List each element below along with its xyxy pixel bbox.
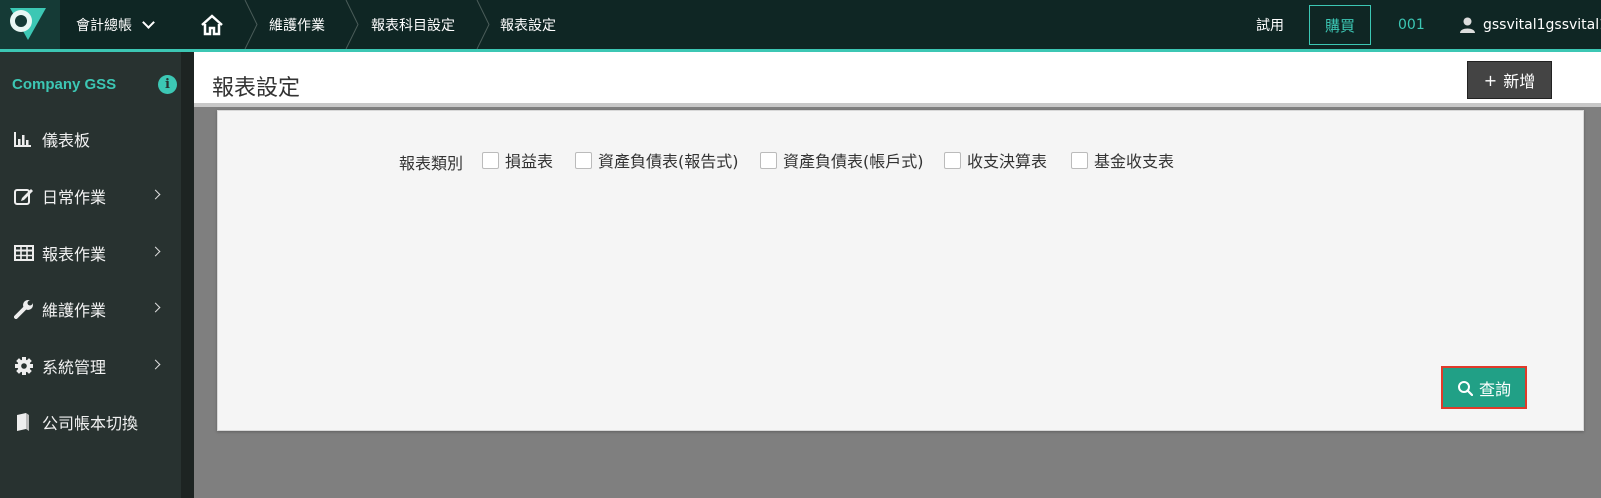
checkbox-label: 損益表	[505, 152, 554, 171]
username: gssvital1gssvital1	[1483, 16, 1601, 33]
sidebar-item-switch-book[interactable]: 公司帳本切換	[0, 402, 181, 442]
sidebar-item-label: 儀表板	[42, 131, 91, 150]
checkbox-budget-statement[interactable]: 收支決算表	[944, 148, 1047, 172]
edit-icon	[14, 187, 42, 205]
checkbox-box[interactable]	[760, 151, 777, 169]
page-header: 報表設定 + 新增	[194, 52, 1601, 107]
user-menu[interactable]: gssvital1gssvital1	[1460, 0, 1601, 49]
table-icon	[14, 245, 42, 261]
query-button[interactable]: 查詢	[1441, 366, 1527, 409]
breadcrumb-separator	[244, 0, 258, 49]
breadcrumb-separator	[345, 0, 359, 49]
sidebar-item-daily-ops[interactable]: 日常作業	[0, 176, 181, 216]
add-button-label: 新增	[1503, 72, 1536, 91]
sidebar-item-maintenance[interactable]: 維護作業	[0, 289, 181, 329]
breadcrumb-report-settings[interactable]: 報表設定	[500, 0, 556, 49]
checkbox-box[interactable]	[482, 151, 499, 169]
breadcrumb-maintenance[interactable]: 維護作業	[269, 0, 325, 49]
query-button-label: 查詢	[1478, 379, 1511, 399]
checkbox-box[interactable]	[575, 151, 592, 169]
sidebar-item-reports[interactable]: 報表作業	[0, 233, 181, 273]
chevron-right-icon	[150, 246, 161, 257]
logo-icon	[10, 8, 46, 40]
checkbox-box[interactable]	[944, 151, 961, 169]
checkbox-fund-statement[interactable]: 基金收支表	[1071, 148, 1174, 172]
checkbox-balance-sheet-account[interactable]: 資產負債表(帳戶式)	[760, 148, 924, 172]
checkbox-income-statement[interactable]: 損益表	[482, 148, 553, 172]
checkbox-balance-sheet-report[interactable]: 資產負債表(報告式)	[575, 148, 739, 172]
chevron-down-icon	[142, 15, 155, 29]
sidebar-item-label: 日常作業	[42, 188, 107, 207]
buy-button[interactable]: 購買	[1309, 5, 1371, 45]
checkbox-label: 資產負債表(帳戶式)	[783, 152, 924, 171]
breadcrumb-separator	[476, 0, 490, 49]
checkbox-label: 基金收支表	[1094, 152, 1175, 171]
module-label: 會計總帳	[76, 17, 132, 34]
trial-link[interactable]: 試用	[1256, 0, 1284, 49]
home-icon[interactable]	[200, 13, 224, 37]
plus-icon: +	[1483, 70, 1498, 90]
bar-chart-icon	[14, 131, 42, 147]
sidebar-scrollbar[interactable]	[181, 52, 194, 498]
chevron-right-icon	[150, 189, 161, 200]
chevron-right-icon	[150, 302, 161, 313]
sidebar-item-system-admin[interactable]: 系統管理	[0, 346, 181, 386]
sidebar-item-label: 報表作業	[42, 245, 107, 264]
company-header: Company GSS i	[12, 72, 177, 96]
search-icon	[1457, 380, 1473, 396]
report-type-label: 報表類別	[399, 154, 464, 173]
app-logo[interactable]	[0, 0, 60, 49]
gear-icon	[14, 356, 42, 376]
sidebar: Company GSS i 儀表板 日常作業 報表作業 維護作業 系統管理 公司…	[0, 52, 181, 498]
chevron-right-icon	[150, 359, 161, 370]
company-name: Company GSS	[12, 75, 117, 93]
sidebar-item-label: 維護作業	[42, 301, 107, 320]
checkbox-label: 資產負債表(報告式)	[598, 152, 739, 171]
book-icon	[14, 412, 42, 432]
add-button[interactable]: + 新增	[1467, 61, 1552, 99]
filter-panel: 報表類別 損益表 資產負債表(報告式) 資產負債表(帳戶式) 收支決算表 基金收…	[217, 110, 1584, 431]
user-icon	[1460, 17, 1475, 33]
company-code[interactable]: 001	[1398, 0, 1425, 49]
sidebar-item-dashboard[interactable]: 儀表板	[0, 119, 181, 159]
sidebar-item-label: 公司帳本切換	[42, 414, 139, 433]
sidebar-item-label: 系統管理	[42, 358, 107, 377]
checkbox-box[interactable]	[1071, 151, 1088, 169]
module-selector[interactable]: 會計總帳	[76, 0, 155, 49]
page-title: 報表設定	[212, 76, 301, 101]
top-bar: 會計總帳 維護作業 報表科目設定 報表設定 試用 購買 001 gssvital…	[0, 0, 1601, 52]
checkbox-label: 收支決算表	[967, 152, 1048, 171]
info-icon[interactable]: i	[158, 74, 177, 94]
wrench-icon	[14, 299, 42, 319]
breadcrumb-report-account[interactable]: 報表科目設定	[371, 0, 455, 49]
